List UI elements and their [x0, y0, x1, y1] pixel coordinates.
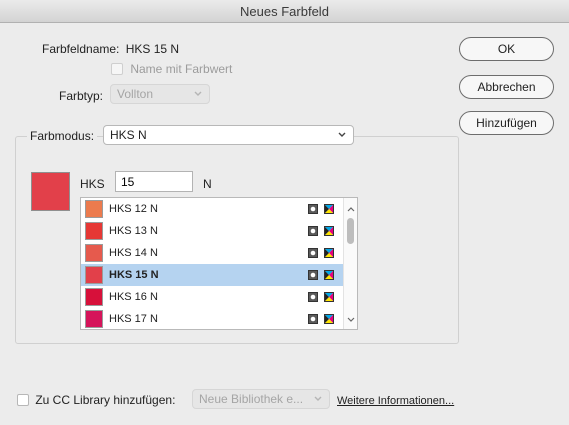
process-color-icon	[324, 248, 334, 258]
color-mode-select[interactable]: HKS N	[103, 125, 354, 145]
swatch-color-chip	[85, 222, 103, 240]
scroll-down-icon[interactable]	[347, 312, 355, 326]
scrollbar-thumb[interactable]	[347, 218, 354, 244]
list-item[interactable]: HKS 14 N	[81, 242, 343, 264]
chevron-down-icon	[337, 129, 347, 141]
name-with-value-label: Name mit Farbwert	[130, 62, 233, 76]
list-item[interactable]: HKS 12 N	[81, 198, 343, 220]
cc-library-checkbox[interactable]	[17, 394, 29, 406]
swatch-name-label: Farbfeldname:	[42, 42, 120, 56]
process-color-icon	[324, 314, 334, 324]
color-type-value: Vollton	[117, 87, 154, 101]
window-title: Neues Farbfeld	[0, 0, 569, 23]
name-with-value-option: Name mit Farbwert	[111, 62, 232, 76]
swatch-name-value: HKS 15 N	[125, 42, 180, 56]
hks-prefix-label: HKS	[80, 177, 105, 191]
color-mode-label: Farbmodus:	[27, 129, 98, 143]
cc-library-label: Zu CC Library hinzufügen:	[35, 393, 176, 407]
spot-color-icon	[308, 292, 318, 302]
swatch-label: HKS 14 N	[109, 247, 158, 259]
color-type-select: Vollton	[110, 84, 210, 104]
color-mode-value: HKS N	[110, 128, 147, 142]
process-color-icon	[324, 204, 334, 214]
spot-color-icon	[308, 314, 318, 324]
cc-library-value: Neue Bibliothek e...	[199, 392, 304, 406]
list-item[interactable]: HKS 13 N	[81, 220, 343, 242]
list-item[interactable]: HKS 17 N	[81, 308, 343, 329]
swatch-color-chip	[85, 266, 103, 284]
cc-library-option[interactable]: Zu CC Library hinzufügen:	[17, 393, 175, 407]
list-item[interactable]: HKS 15 N	[81, 264, 343, 286]
swatch-label: HKS 13 N	[109, 225, 158, 237]
ok-button[interactable]: OK	[459, 37, 554, 61]
hks-number-input[interactable]	[115, 171, 193, 192]
spot-color-icon	[308, 270, 318, 280]
color-type-label: Farbtyp:	[59, 89, 104, 103]
name-with-value-checkbox	[111, 63, 123, 75]
process-color-icon	[324, 270, 334, 280]
swatch-label: HKS 12 N	[109, 203, 158, 215]
process-color-icon	[324, 292, 334, 302]
swatch-color-chip	[85, 310, 103, 328]
swatch-color-chip	[85, 288, 103, 306]
swatch-color-chip	[85, 200, 103, 218]
chevron-down-icon	[313, 393, 323, 405]
swatch-label: HKS 15 N	[109, 269, 159, 281]
hks-suffix-label: N	[203, 177, 212, 191]
add-button[interactable]: Hinzufügen	[459, 111, 554, 135]
more-info-link[interactable]: Weitere Informationen...	[337, 395, 454, 407]
chevron-down-icon	[193, 88, 203, 100]
spot-color-icon	[308, 226, 318, 236]
spot-color-icon	[308, 248, 318, 258]
swatch-label: HKS 16 N	[109, 291, 158, 303]
scroll-up-icon[interactable]	[347, 201, 355, 215]
swatch-color-chip	[85, 244, 103, 262]
swatch-list[interactable]: HKS 12 N HKS 13 N HKS 14 N HKS 15 N HKS 16 N…	[80, 197, 358, 330]
list-item[interactable]: HKS 16 N	[81, 286, 343, 308]
list-scrollbar[interactable]	[343, 198, 357, 329]
cc-library-select: Neue Bibliothek e...	[192, 389, 330, 409]
process-color-icon	[324, 226, 334, 236]
spot-color-icon	[308, 204, 318, 214]
cancel-button[interactable]: Abbrechen	[459, 75, 554, 99]
swatch-label: HKS 17 N	[109, 313, 158, 325]
color-preview-swatch	[31, 172, 70, 211]
swatch-name-row: Farbfeldname: HKS 15 N	[42, 42, 179, 56]
